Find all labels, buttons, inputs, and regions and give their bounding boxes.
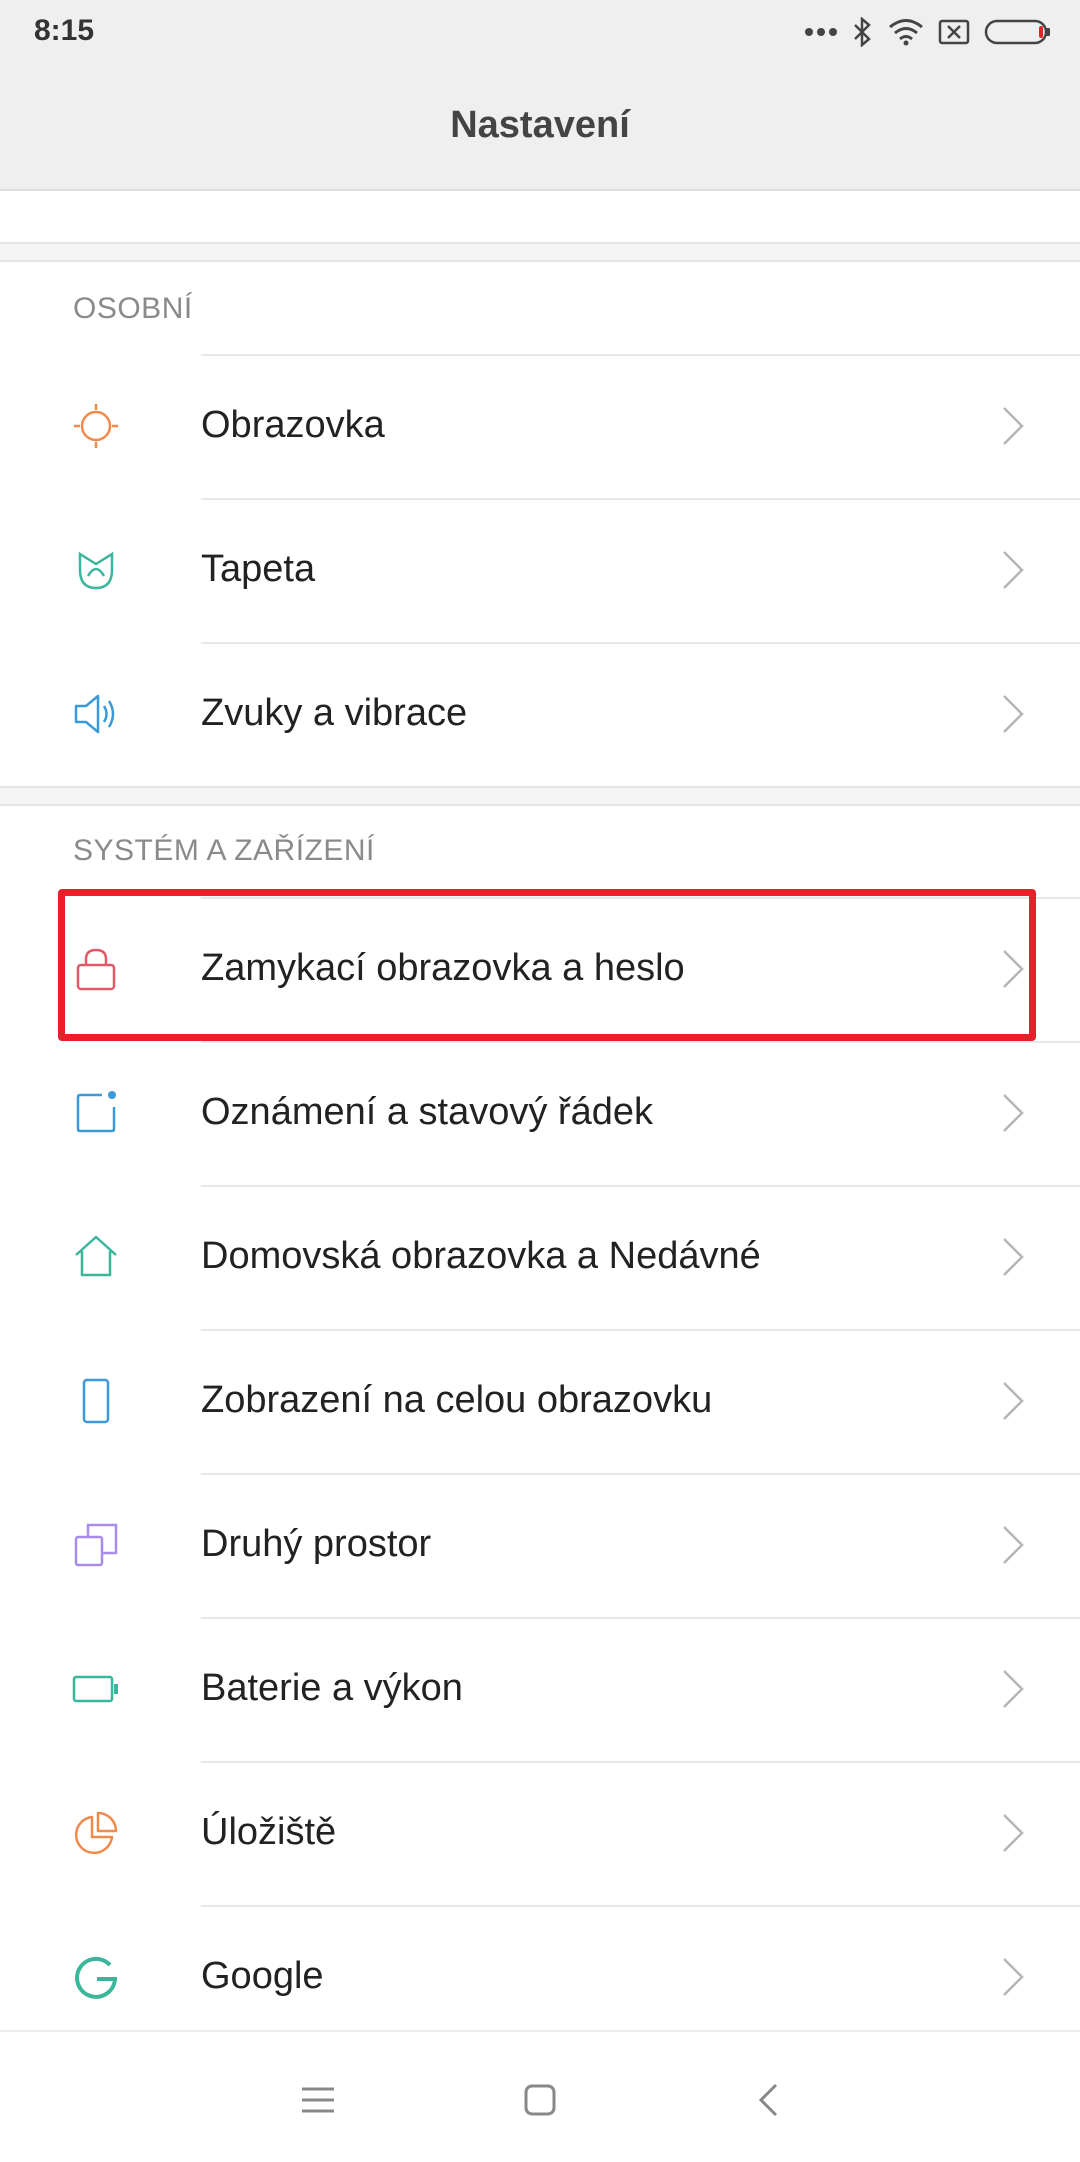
settings-item-battery[interactable]: Baterie a výkon — [0, 1617, 1080, 1761]
row-divider — [201, 1185, 1080, 1187]
row-divider — [201, 354, 1080, 356]
section-divider — [0, 242, 1080, 262]
phone-icon — [70, 1375, 122, 1427]
settings-item-second-space[interactable]: Druhý prostor — [0, 1473, 1080, 1617]
page-title: Nastavení — [450, 104, 630, 146]
navigation-bar — [0, 2030, 1080, 2162]
settings-item-sounds[interactable]: Zvuky a vibrace — [0, 642, 1080, 786]
status-time: 8:15 — [34, 14, 95, 47]
chevron-right-icon — [998, 1091, 1028, 1135]
settings-item-label: Tapeta — [201, 548, 316, 590]
dual-space-icon — [70, 1519, 122, 1571]
chevron-right-icon — [998, 404, 1028, 448]
brightness-icon — [70, 400, 122, 452]
settings-item-label: Druhý prostor — [201, 1523, 432, 1565]
chevron-right-icon — [998, 1811, 1028, 1855]
pie-chart-icon — [70, 1807, 122, 1859]
home-square-icon[interactable] — [510, 2070, 570, 2130]
settings-item-notifications[interactable]: Oznámení a stavový řádek — [0, 1041, 1080, 1185]
tulip-icon — [70, 544, 122, 596]
settings-item-label: Úložiště — [201, 1811, 337, 1853]
settings-item-label: Zvuky a vibrace — [201, 692, 468, 734]
settings-item-label: Domovská obrazovka a Nedávné — [201, 1235, 761, 1277]
settings-item-label: Google — [201, 1955, 324, 1997]
settings-item-home-screen[interactable]: Domovská obrazovka a Nedávné — [0, 1185, 1080, 1329]
settings-item-google[interactable]: Google — [0, 1905, 1080, 2049]
google-icon — [70, 1951, 122, 2003]
battery-icon — [984, 18, 1052, 46]
settings-item-label: Baterie a výkon — [201, 1667, 463, 1709]
back-icon[interactable] — [738, 2070, 798, 2130]
settings-item-label: Obrazovka — [201, 404, 385, 446]
row-divider — [201, 1617, 1080, 1619]
wifi-icon — [888, 18, 924, 46]
row-divider — [201, 1329, 1080, 1331]
settings-item-storage[interactable]: Úložiště — [0, 1761, 1080, 1905]
section-divider — [0, 786, 1080, 806]
home-icon — [70, 1231, 122, 1283]
chevron-right-icon — [998, 1379, 1028, 1423]
notification-icon — [70, 1087, 122, 1139]
battery-icon — [70, 1663, 122, 1715]
chevron-right-icon — [998, 1955, 1028, 1999]
status-icons — [804, 14, 1052, 50]
settings-item-wallpaper[interactable]: Tapeta — [0, 498, 1080, 642]
row-divider — [201, 1473, 1080, 1475]
chevron-right-icon — [998, 1667, 1028, 1711]
row-divider — [201, 1905, 1080, 1907]
highlight-box — [58, 889, 1036, 1041]
more-dots-icon — [804, 27, 838, 37]
status-bar: 8:15 — [0, 0, 1080, 64]
section-header-personal: OSOBNÍ — [73, 292, 193, 325]
bluetooth-icon — [852, 17, 874, 47]
row-divider — [201, 1761, 1080, 1763]
settings-item-label: Zobrazení na celou obrazovku — [201, 1379, 713, 1421]
chevron-right-icon — [998, 548, 1028, 592]
settings-item-full-screen[interactable]: Zobrazení na celou obrazovku — [0, 1329, 1080, 1473]
header: Nastavení — [0, 64, 1080, 191]
speaker-icon — [70, 688, 122, 740]
chevron-right-icon — [998, 1523, 1028, 1567]
settings-item-label: Oznámení a stavový řádek — [201, 1091, 653, 1133]
chevron-right-icon — [998, 692, 1028, 736]
row-divider — [201, 498, 1080, 500]
settings-item-display[interactable]: Obrazovka — [0, 354, 1080, 498]
menu-icon[interactable] — [288, 2070, 348, 2130]
sim-none-icon — [938, 19, 970, 45]
section-header-system: SYSTÉM A ZAŘÍZENÍ — [73, 834, 375, 867]
row-divider — [201, 642, 1080, 644]
row-divider — [201, 1041, 1080, 1043]
chevron-right-icon — [998, 1235, 1028, 1279]
